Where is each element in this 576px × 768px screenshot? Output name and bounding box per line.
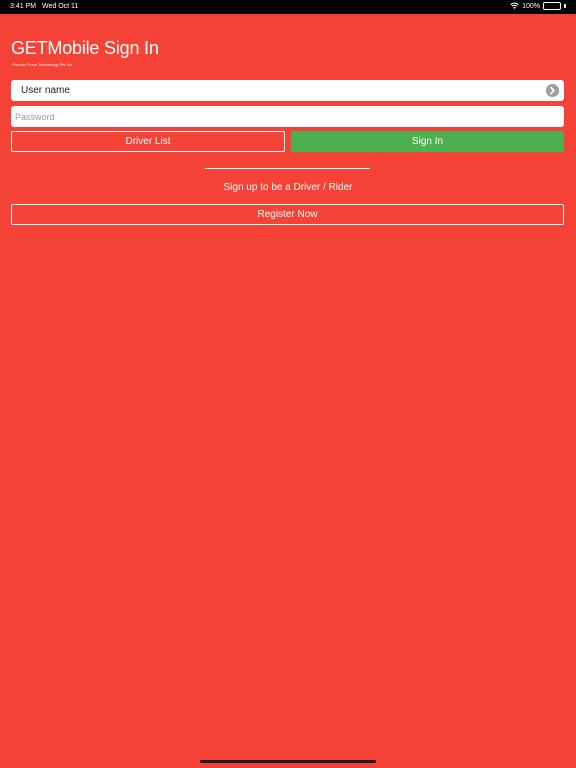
username-input[interactable]	[11, 80, 564, 101]
battery-percentage: 100%	[522, 2, 540, 10]
status-time: 3:41 PM	[10, 3, 37, 10]
password-field-container	[11, 106, 564, 127]
battery-icon	[543, 2, 561, 10]
password-input[interactable]	[11, 106, 564, 127]
wifi-icon	[510, 2, 519, 9]
home-indicator[interactable]	[200, 760, 376, 763]
battery-tip	[564, 4, 566, 8]
status-indicators: 100%	[510, 2, 566, 10]
page-title: GETMobile Sign In	[11, 38, 159, 58]
company-subtitle: Premier Force Technology Pte Ltd	[12, 62, 73, 67]
register-now-button[interactable]: Register Now	[11, 204, 564, 225]
status-bar: 3:41 PM Wed Oct 11 100%	[0, 0, 576, 14]
status-date: Wed Oct 11	[42, 3, 79, 10]
username-field-container	[11, 80, 564, 101]
driver-list-button[interactable]: Driver List	[11, 131, 285, 152]
signup-prompt: Sign up to be a Driver / Rider	[223, 182, 353, 193]
arrow-right-circle-icon[interactable]	[546, 84, 559, 97]
divider	[205, 168, 370, 169]
sign-in-button[interactable]: Sign In	[291, 131, 564, 152]
